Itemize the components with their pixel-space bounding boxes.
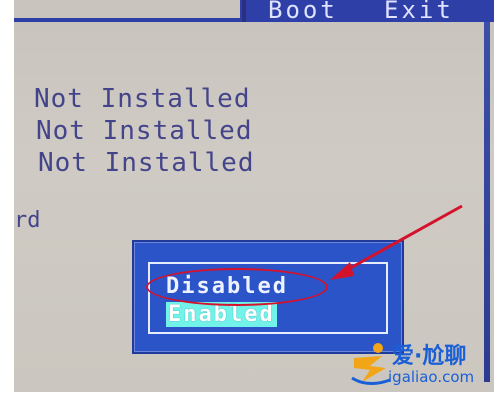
watermark-title: 爱·尬聊 (392, 344, 467, 369)
bios-screen: Boot Exit Not Installed Not Installed No… (14, 0, 494, 392)
annotation-arrow-icon (330, 204, 463, 280)
watermark: 爱·尬聊 igaliao.com (348, 338, 500, 392)
watermark-url: igaliao.com (388, 368, 475, 386)
